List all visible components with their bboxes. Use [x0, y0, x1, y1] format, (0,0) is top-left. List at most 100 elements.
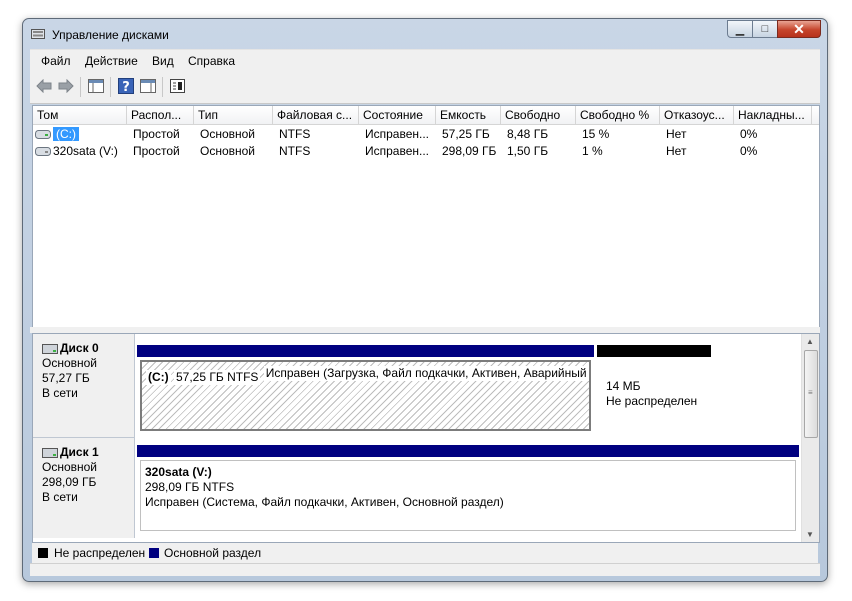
scroll-up-icon[interactable]: ▲: [806, 337, 814, 346]
toolbar-separator: [162, 77, 163, 97]
partition-c[interactable]: (C:) 57,25 ГБ NTFS Исправен (Загрузка, Ф…: [137, 345, 594, 433]
column-header-overhead[interactable]: Накладны...: [734, 106, 812, 124]
column-header-filesystem[interactable]: Файловая с...: [273, 106, 359, 124]
volume-list-header: Том Распол... Тип Файловая с... Состояни…: [33, 106, 819, 125]
vertical-scrollbar[interactable]: ▲ ≡ ▼: [801, 334, 819, 542]
disk-size: 298,09 ГБ: [42, 475, 97, 489]
volume-free: 8,48 ГБ: [507, 127, 549, 141]
column-header-status[interactable]: Состояние: [359, 106, 436, 124]
volume-status: Исправен...: [365, 127, 430, 141]
partition-status: Исправен (Система, Файл подкачки, Активе…: [145, 495, 504, 509]
volume-layout: Простой: [133, 127, 180, 141]
disk-state: В сети: [42, 386, 78, 400]
volume-layout: Простой: [133, 144, 180, 158]
column-header-volume[interactable]: Том: [33, 106, 127, 124]
volume-capacity: 57,25 ГБ: [442, 127, 490, 141]
disk-type: Основной: [42, 356, 98, 370]
partition-status: Исправен (Загрузка, Файл подкачки, Актив…: [263, 366, 589, 381]
partition-size-fs: 298,09 ГБ NTFS: [145, 480, 235, 494]
back-button[interactable]: [34, 77, 54, 95]
volume-overhead: 0%: [740, 144, 758, 158]
disk-name: Диск 0: [60, 341, 99, 355]
column-header-free-percent[interactable]: Свободно %: [576, 106, 660, 124]
console-tree-icon: [88, 79, 104, 93]
disk-1-label[interactable]: Диск 1 Основной 298,09 ГБ В сети: [33, 438, 135, 538]
column-header-free[interactable]: Свободно: [501, 106, 576, 124]
volume-free: 1,50 ГБ: [507, 144, 549, 158]
column-header-capacity[interactable]: Емкость: [436, 106, 501, 124]
partition-v[interactable]: 320sata (V:) 298,09 ГБ NTFS Исправен (Си…: [137, 445, 799, 533]
disk-state: В сети: [42, 490, 78, 504]
disk-graphical-view: Диск 0 Основной 57,27 ГБ В сети (C:) 57,…: [32, 333, 820, 543]
volume-name: (C:): [53, 127, 79, 141]
column-header-fault-tolerance[interactable]: Отказоус...: [660, 106, 734, 124]
volume-list[interactable]: Том Распол... Тип Файловая с... Состояни…: [32, 105, 820, 329]
minimize-button[interactable]: ▁: [727, 20, 753, 38]
help-icon: ?: [118, 78, 134, 94]
volume-row[interactable]: 320sata (V:) Простой Основной NTFS Испра…: [33, 143, 819, 160]
help-button[interactable]: ?: [116, 77, 136, 95]
disk-icon: [42, 448, 58, 458]
disk-0-label[interactable]: Диск 0 Основной 57,27 ГБ В сети: [33, 334, 135, 438]
legend-swatch-primary: [149, 548, 159, 558]
volume-row[interactable]: (C:) Простой Основной NTFS Исправен... 5…: [33, 126, 819, 143]
menu-action[interactable]: Действие: [85, 54, 138, 68]
disk-management-window: Управление дисками ▁ □ ✕ Файл Действие В…: [22, 18, 828, 582]
partition-unallocated[interactable]: 14 МБ Не распределен: [597, 345, 711, 433]
title-bar[interactable]: Управление дисками ▁ □ ✕: [23, 19, 827, 49]
forward-icon: [58, 79, 74, 93]
status-bar: [30, 563, 820, 576]
volume-capacity: 298,09 ГБ: [442, 144, 497, 158]
volume-free-percent: 15 %: [582, 127, 610, 141]
maximize-button[interactable]: □: [752, 20, 778, 38]
disk-type: Основной: [42, 460, 98, 474]
properties-button[interactable]: [168, 77, 188, 95]
column-header-type[interactable]: Тип: [194, 106, 273, 124]
legend-swatch-unallocated: [38, 548, 48, 558]
volume-fault-tolerance: Нет: [666, 127, 687, 141]
volume-overhead: 0%: [740, 127, 758, 141]
drive-icon: [35, 130, 51, 140]
partition-name: 320sata (V:): [145, 465, 212, 479]
partition-size-fs: 57,25 ГБ NTFS: [174, 370, 261, 385]
forward-button[interactable]: [56, 77, 76, 95]
menu-bar: Файл Действие Вид Справка: [30, 49, 820, 72]
volume-free-percent: 1 %: [582, 144, 603, 158]
properties-icon: [170, 79, 185, 93]
menu-help[interactable]: Справка: [188, 54, 235, 68]
volume-type: Основной: [200, 127, 256, 141]
toolbar-separator: [80, 77, 81, 97]
menu-view[interactable]: Вид: [152, 54, 174, 68]
back-icon: [36, 79, 52, 93]
console-tree-button[interactable]: [86, 77, 106, 95]
column-header-layout[interactable]: Распол...: [127, 106, 194, 124]
scroll-down-icon[interactable]: ▼: [806, 530, 814, 539]
legend: Не распределен Основной раздел: [32, 543, 818, 563]
menu-file[interactable]: Файл: [41, 54, 71, 68]
toolbar: ?: [30, 71, 820, 104]
volume-name: 320sata (V:): [53, 144, 118, 158]
disk-icon: [42, 344, 58, 354]
disk-management-icon: [31, 29, 45, 39]
window-title: Управление дисками: [52, 28, 169, 42]
svg-text:?: ?: [122, 80, 130, 94]
show-hide-button[interactable]: [138, 77, 158, 95]
volume-filesystem: NTFS: [279, 127, 311, 141]
toolbar-separator: [110, 77, 111, 97]
partition-name: (C:): [148, 370, 169, 384]
legend-label-primary: Основной раздел: [164, 546, 262, 560]
show-hide-icon: [140, 79, 156, 93]
partition-bar-unallocated: [597, 345, 711, 357]
volume-status: Исправен...: [365, 144, 430, 158]
scrollbar-thumb[interactable]: ≡: [804, 350, 818, 438]
partition-bar-primary: [137, 445, 799, 457]
volume-filesystem: NTFS: [279, 144, 311, 158]
partition-size: 14 МБ: [606, 379, 641, 393]
disk-name: Диск 1: [60, 445, 99, 459]
drive-icon: [35, 147, 51, 157]
grip-icon: ≡: [808, 388, 813, 397]
partition-status: Не распределен: [606, 394, 698, 408]
disk-size: 57,27 ГБ: [42, 371, 90, 385]
close-button[interactable]: ✕: [777, 20, 821, 38]
volume-type: Основной: [200, 144, 256, 158]
